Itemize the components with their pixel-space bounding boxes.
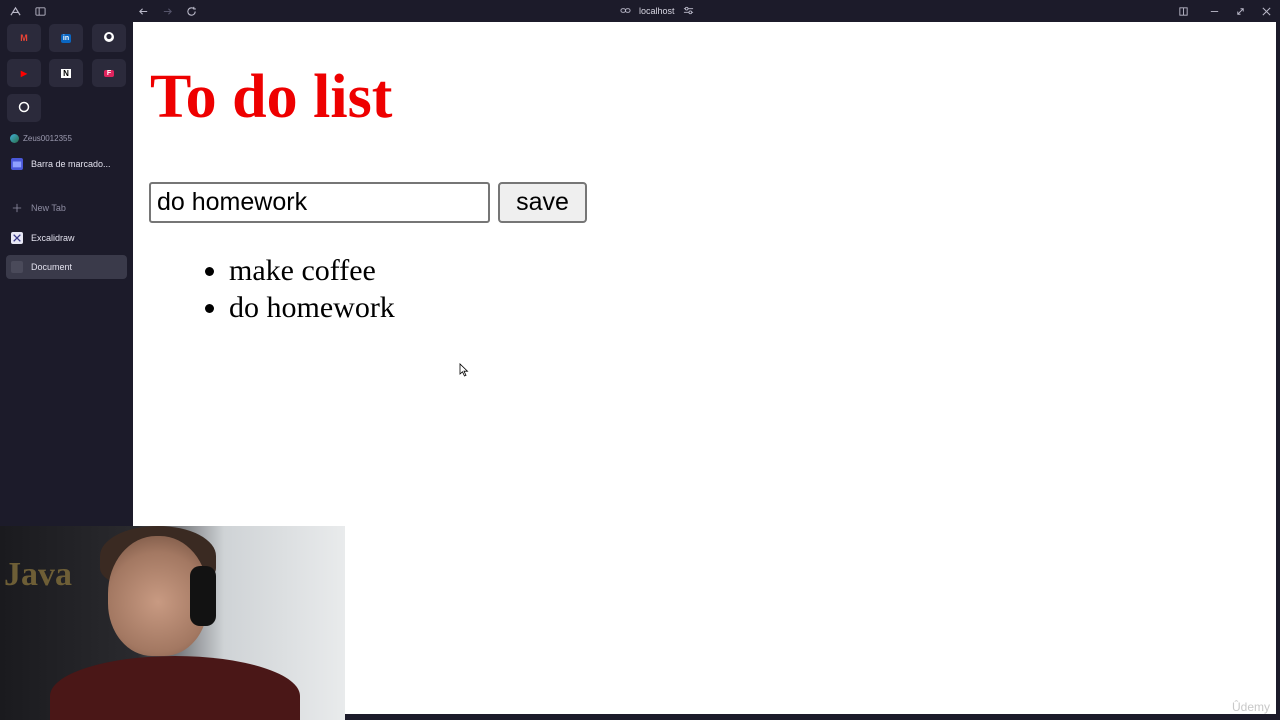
split-view-icon[interactable] [1176, 4, 1190, 18]
udemy-watermark: Ûdemy [1231, 700, 1270, 714]
new-tab-label: New Tab [31, 203, 66, 213]
new-tab-button[interactable]: New Tab [6, 196, 127, 220]
openai-icon [18, 101, 30, 115]
minimize-icon[interactable] [1207, 4, 1221, 18]
link-icon [620, 5, 631, 18]
youtube-favorite[interactable]: ▶ [7, 59, 41, 87]
app-icon: F [103, 69, 115, 77]
figma-favorite[interactable]: F [92, 59, 126, 87]
address-bar[interactable]: localhost [620, 3, 694, 19]
chatgpt-favorite[interactable] [7, 94, 41, 122]
linkedin-favorite[interactable]: in [49, 24, 83, 52]
bottom-strip [345, 714, 1280, 720]
headset [190, 566, 216, 626]
plus-icon [11, 202, 23, 214]
mail-icon: M [20, 33, 28, 43]
webcam-overlay: Java [0, 526, 345, 720]
browser-sidebar: M in ▶ N F Zeus0012355 Barra de marcado.… [0, 22, 133, 526]
folder-icon [11, 158, 23, 170]
page-title: To do list [150, 63, 393, 131]
back-icon[interactable] [136, 4, 150, 18]
youtube-icon: ▶ [20, 68, 28, 78]
bookmarks-folder-label: Barra de marcado... [31, 159, 111, 169]
save-button[interactable]: save [498, 182, 587, 223]
sidebar-toggle-icon[interactable] [33, 4, 47, 18]
address-text[interactable]: localhost [639, 6, 675, 16]
tab-excalidraw[interactable]: Excalidraw [6, 226, 127, 250]
github-favorite[interactable] [92, 24, 126, 52]
site-settings-icon[interactable] [683, 5, 694, 18]
todo-input[interactable] [149, 182, 490, 223]
browser-logo-icon[interactable] [8, 4, 22, 18]
tab-label: Document [31, 262, 73, 272]
linkedin-icon: in [60, 33, 72, 43]
document-icon [11, 261, 23, 273]
tab-document[interactable]: Document [6, 255, 127, 279]
mouse-cursor-icon [459, 363, 469, 377]
bookmarks-folder[interactable]: Barra de marcado... [6, 152, 127, 176]
profile[interactable]: Zeus0012355 [10, 134, 72, 143]
github-icon [103, 31, 115, 45]
notion-favorite[interactable]: N [49, 59, 83, 87]
profile-avatar-icon [10, 134, 19, 143]
tab-label: Excalidraw [31, 233, 75, 243]
browser-top-bar: localhost [0, 0, 1280, 22]
notion-icon: N [61, 68, 71, 78]
excalidraw-icon [11, 232, 23, 244]
webcam-wall-text: Java [4, 556, 72, 593]
forward-icon[interactable] [160, 4, 174, 18]
gmail-favorite[interactable]: M [7, 24, 41, 52]
list-item: make coffee [229, 252, 395, 289]
restore-icon[interactable] [1233, 4, 1247, 18]
close-icon[interactable] [1259, 4, 1273, 18]
presenter-shirt [50, 656, 300, 720]
profile-name: Zeus0012355 [23, 134, 72, 143]
list-item: do homework [229, 289, 395, 326]
todo-list: make coffee do homework [189, 252, 395, 326]
reload-icon[interactable] [184, 4, 198, 18]
